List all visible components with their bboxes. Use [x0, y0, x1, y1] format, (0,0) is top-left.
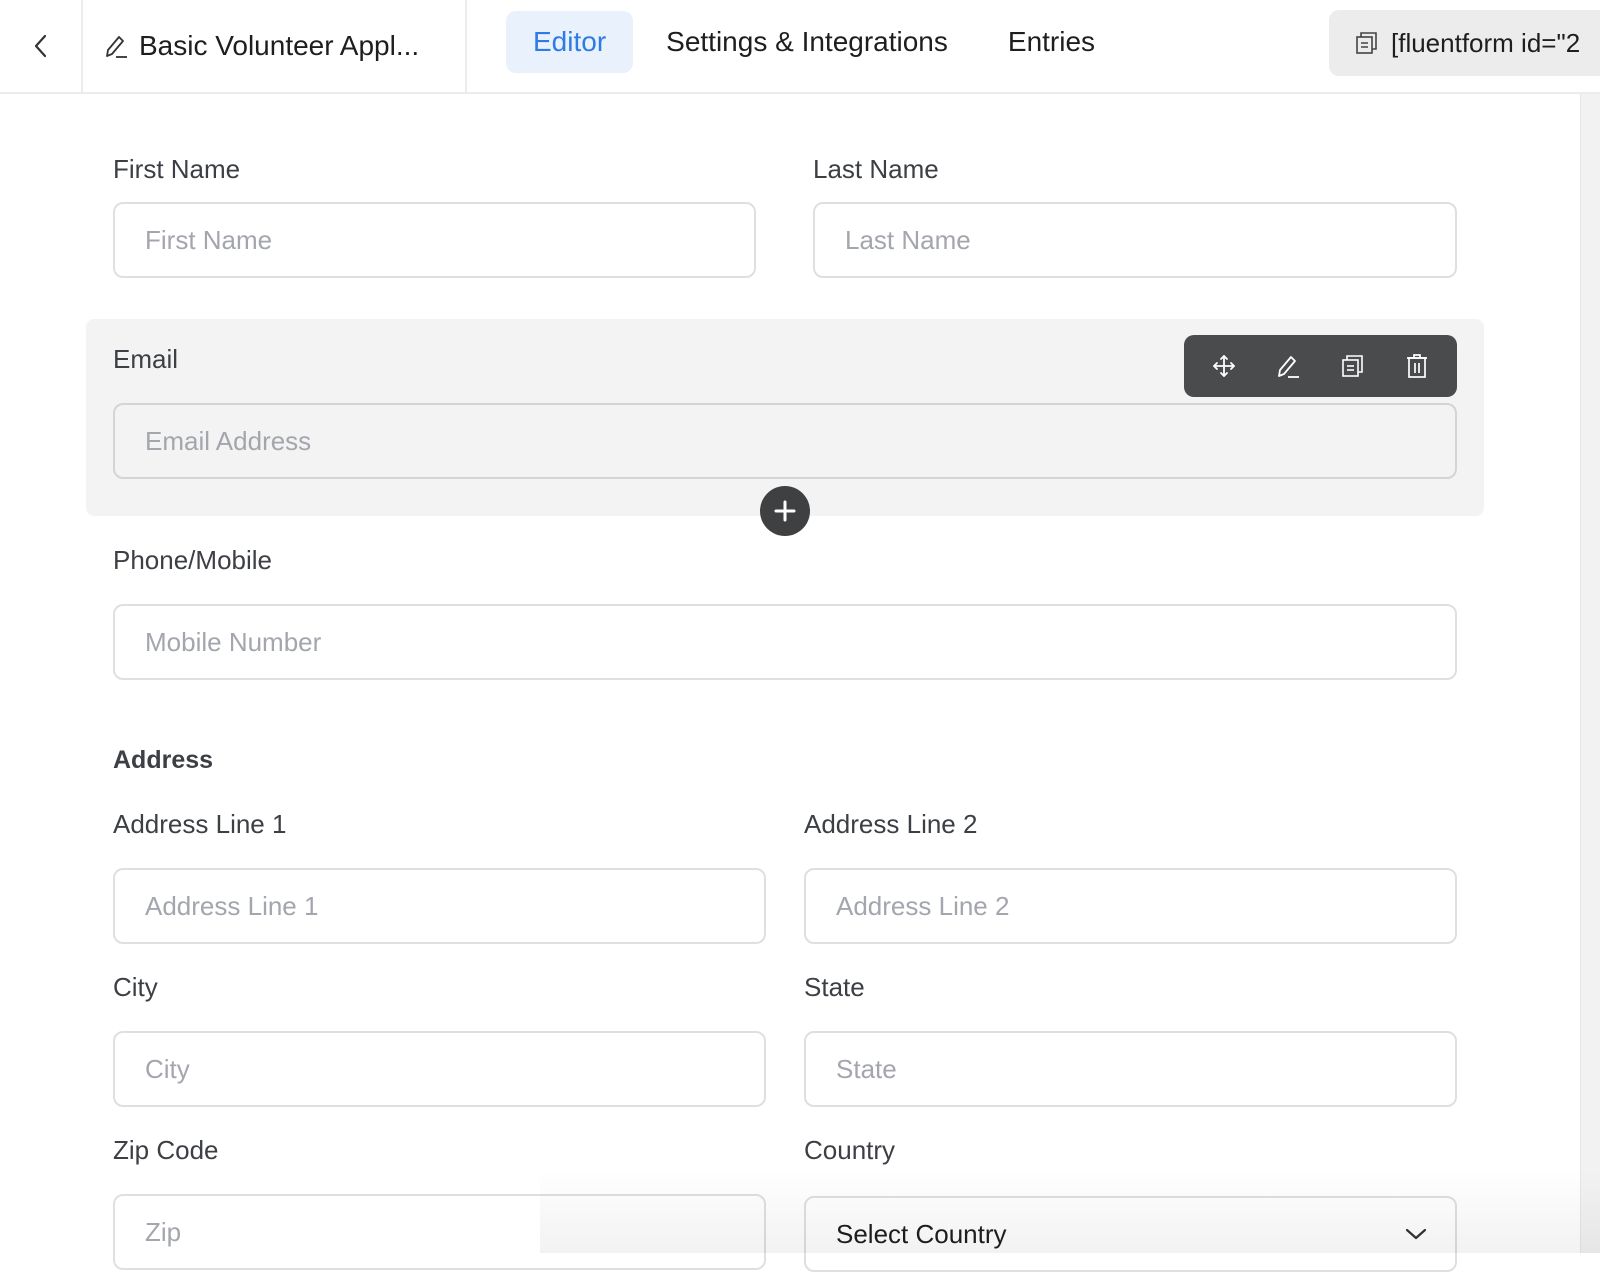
move-field-button[interactable] — [1199, 341, 1249, 391]
editor-tabs: Editor Settings & Integrations Entries — [506, 11, 1122, 73]
phone-input[interactable]: Mobile Number — [113, 604, 1457, 680]
first-name-input[interactable]: First Name — [113, 202, 756, 278]
duplicate-icon — [1341, 355, 1363, 377]
last-name-input[interactable]: Last Name — [813, 202, 1457, 278]
country-select[interactable]: Select Country — [804, 1196, 1457, 1272]
chevron-down-icon — [1405, 1228, 1427, 1240]
tab-settings-integrations[interactable]: Settings & Integrations — [639, 11, 975, 73]
address-line2-label: Address Line 2 — [804, 809, 978, 839]
delete-field-button[interactable] — [1392, 341, 1442, 391]
last-name-label: Last Name — [813, 154, 939, 184]
city-input[interactable]: City — [113, 1031, 766, 1107]
form-title-area[interactable]: Basic Volunteer Appl... — [83, 0, 467, 92]
tab-editor[interactable]: Editor — [506, 11, 634, 73]
edit-field-button[interactable] — [1263, 341, 1313, 391]
address-line1-label: Address Line 1 — [113, 809, 287, 839]
back-button[interactable] — [0, 0, 83, 92]
form-title: Basic Volunteer Appl... — [139, 30, 420, 61]
edit-icon — [1278, 356, 1300, 378]
country-select-value: Select Country — [836, 1218, 1007, 1249]
pencil-edit-icon — [106, 36, 127, 58]
trash-icon — [1406, 354, 1427, 378]
field-action-toolbar — [1184, 335, 1457, 397]
editor-header: Basic Volunteer Appl... Editor Settings … — [0, 0, 1600, 94]
plus-icon — [774, 500, 796, 522]
state-input[interactable]: State — [804, 1031, 1457, 1107]
zip-label: Zip Code — [113, 1135, 219, 1165]
chevron-left-icon — [34, 34, 46, 58]
phone-label: Phone/Mobile — [113, 545, 272, 575]
add-field-button[interactable] — [760, 486, 810, 536]
email-input[interactable]: Email Address — [113, 403, 1457, 479]
copy-icon — [1356, 32, 1377, 54]
first-name-label: First Name — [113, 154, 241, 184]
address-line1-input[interactable]: Address Line 1 — [113, 868, 766, 944]
shortcode-copy-button[interactable]: [fluentform id="2 — [1329, 10, 1600, 76]
zip-input[interactable]: Zip — [113, 1194, 766, 1270]
address-section-label: Address — [113, 746, 214, 774]
email-label: Email — [113, 344, 179, 374]
shortcode-text: [fluentform id="2 — [1391, 27, 1581, 58]
duplicate-field-button[interactable] — [1328, 341, 1378, 391]
state-label: State — [804, 972, 865, 1002]
tab-entries[interactable]: Entries — [981, 11, 1122, 73]
move-icon — [1213, 355, 1236, 377]
right-panel-edge — [1580, 94, 1600, 1253]
city-label: City — [113, 972, 158, 1002]
country-label: Country — [804, 1135, 896, 1165]
address-line2-input[interactable]: Address Line 2 — [804, 868, 1457, 944]
